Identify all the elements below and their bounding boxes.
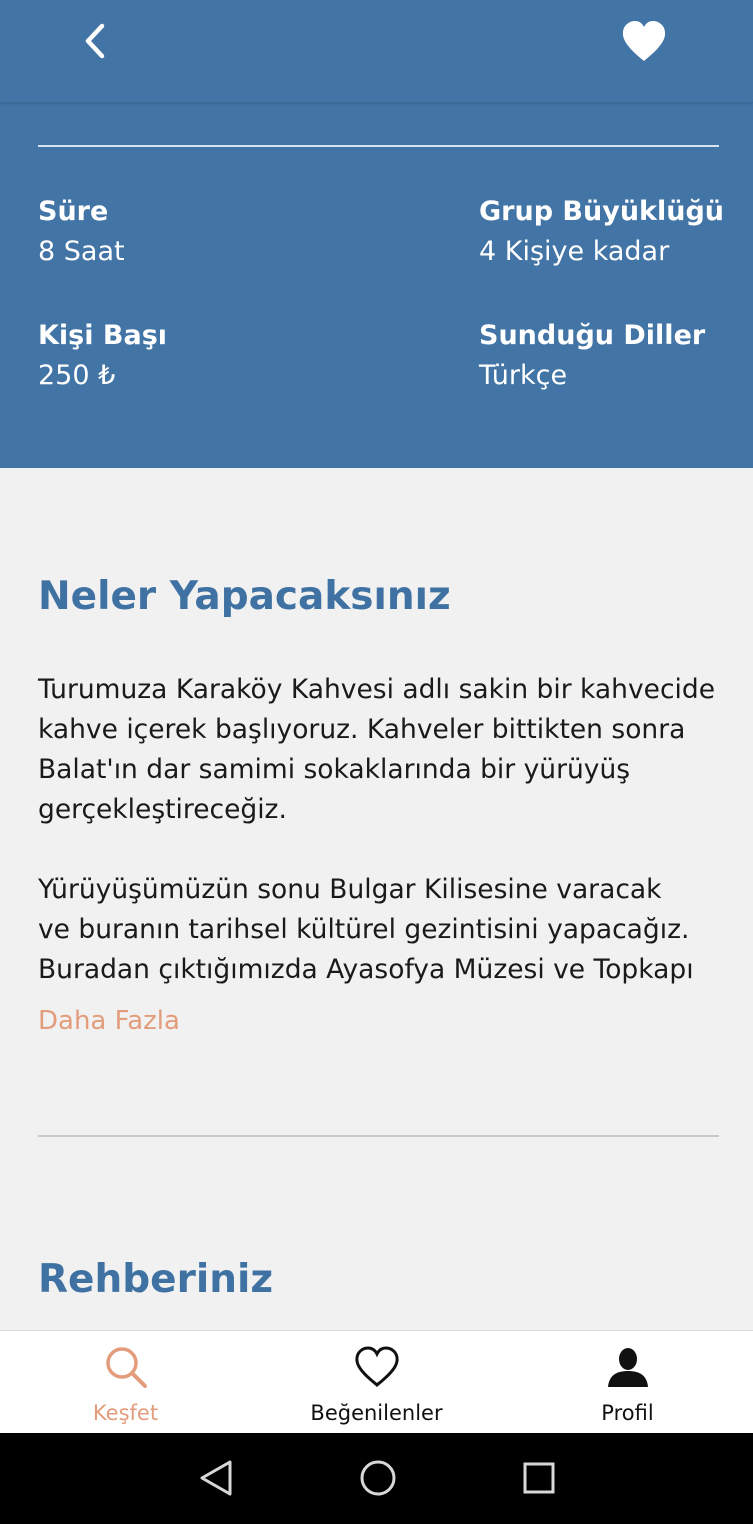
nav-tab-favorites-label: Beğenilenler [310,1401,443,1425]
read-more-link[interactable]: Daha Fazla [38,1001,180,1041]
nav-tab-favorites[interactable]: Beğenilenler [251,1331,502,1434]
languages-info: Sunduğu Diller Türkçe [479,316,705,396]
activity-section-title: Neler Yapacaksınız [38,574,451,619]
activity-paragraph-2: Yürüyüşümüzün sonu Bulgar Kilisesine var… [38,870,719,990]
price-label: Kişi Başı [38,320,168,351]
group-size-value: 4 Kişiye kadar [479,236,670,267]
activity-description: Turumuza Karaköy Kahvesi adlı sakin bir … [38,670,719,990]
chevron-left-icon [85,23,105,59]
price-info: Kişi Başı 250 ₺ [38,316,167,396]
price-value: 250 ₺ [38,360,116,391]
duration-info: Süre 8 Saat [38,192,125,272]
activity-paragraph-2-line-1: Yürüyüşümüzün sonu Bulgar Kilisesine var… [38,874,662,905]
nav-tab-discover-label: Keşfet [92,1401,159,1425]
user-icon [607,1348,648,1387]
nav-tab-discover[interactable]: Keşfet [0,1331,251,1434]
back-button[interactable] [70,14,120,68]
header-divider [38,145,719,147]
languages-label: Sunduğu Diller [479,320,706,351]
square-recents-icon [523,1462,555,1494]
languages-value: Türkçe [479,360,568,391]
group-size-label: Grup Büyüklüğü [479,196,725,227]
heart-outline-icon [354,1346,399,1388]
system-home-button[interactable] [348,1453,408,1503]
search-icon [105,1347,147,1388]
activity-paragraph-1: Turumuza Karaköy Kahvesi adlı sakin bir … [38,674,716,825]
system-recents-button[interactable] [509,1453,569,1503]
system-back-button[interactable] [186,1453,246,1503]
activity-paragraph-2-line-3: Buradan çıktığımızda Ayasofya Müzesi ve … [38,954,694,985]
bottom-navigation: Keşfet Beğenilenler Profil [0,1330,753,1433]
duration-label: Süre [38,196,109,227]
group-size-info: Grup Büyüklüğü 4 Kişiye kadar [479,192,724,272]
nav-tab-profile[interactable]: Profil [502,1331,753,1434]
guide-section-title: Rehberiniz [38,1257,274,1302]
triangle-back-icon [200,1460,232,1496]
nav-tab-profile-label: Profil [601,1401,654,1425]
circle-home-icon [360,1460,396,1496]
heart-filled-icon [622,21,666,61]
favorite-button[interactable] [612,12,676,70]
system-navigation-bar [0,1433,753,1524]
section-divider [38,1135,719,1137]
duration-value: 8 Saat [38,236,125,267]
top-app-bar [0,0,753,103]
activity-paragraph-2-line-2: ve buranın tarihsel kültürel gezintisini… [38,914,690,945]
tour-header: Süre 8 Saat Grup Büyüklüğü 4 Kişiye kada… [0,0,753,468]
